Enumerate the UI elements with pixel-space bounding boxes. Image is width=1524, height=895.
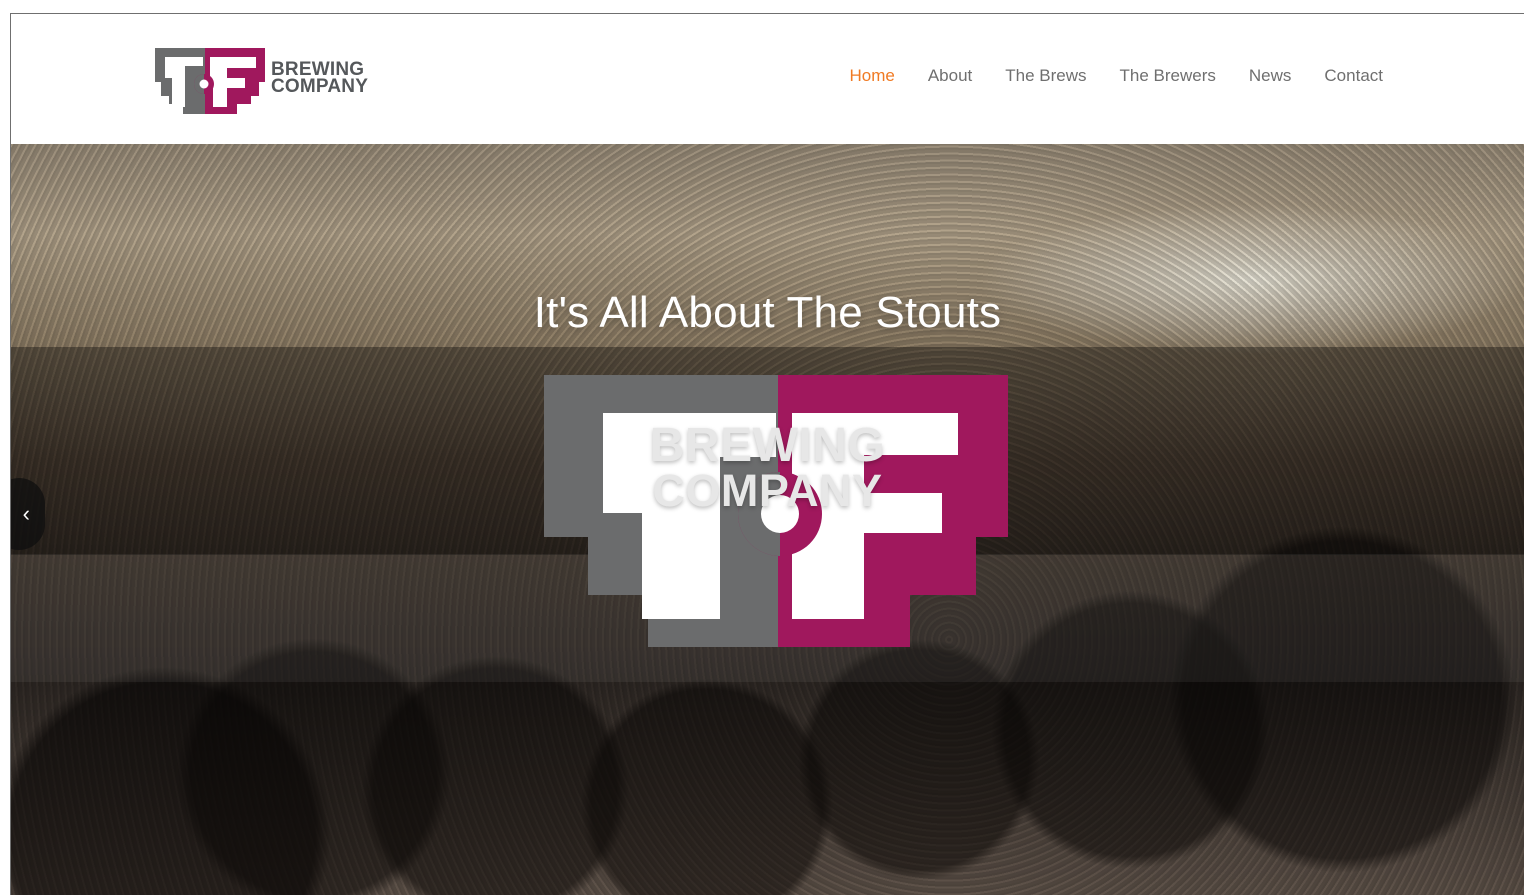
brand-line-2: COMPANY xyxy=(271,76,369,97)
hero-slider: It's All About The Stouts BREWING COMPAN… xyxy=(11,144,1524,895)
main-nav: Home About The Brews The Brewers News Co… xyxy=(849,66,1383,86)
chevron-left-icon: ‹ xyxy=(22,501,30,526)
nav-home[interactable]: Home xyxy=(849,66,894,86)
hero-logo-word-brewing: BREWING xyxy=(649,419,886,472)
hero-headline: It's All About The Stouts xyxy=(533,288,1002,337)
page-frame: BREWING COMPANY Home About The Brews The… xyxy=(0,0,1524,895)
nav-contact[interactable]: Contact xyxy=(1324,66,1383,86)
slider-prev-button[interactable]: ‹ xyxy=(11,478,45,550)
hero-logo-word-company: COMPANY xyxy=(652,465,883,516)
nav-the-brews[interactable]: The Brews xyxy=(1005,66,1086,86)
brand-text: BREWING COMPANY xyxy=(271,60,369,97)
site-header: BREWING COMPANY Home About The Brews The… xyxy=(11,14,1524,144)
brand-logo-link[interactable]: BREWING COMPANY xyxy=(155,48,395,114)
nav-about[interactable]: About xyxy=(928,66,972,86)
brand-logo-icon xyxy=(155,48,265,114)
nav-the-brewers[interactable]: The Brewers xyxy=(1120,66,1216,86)
nav-news[interactable]: News xyxy=(1249,66,1292,86)
